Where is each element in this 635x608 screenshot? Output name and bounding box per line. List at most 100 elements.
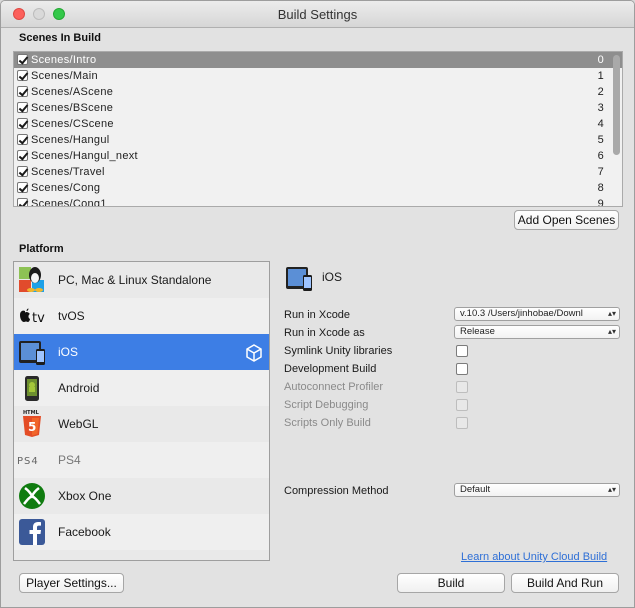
platform-label-ps4: PS4 [58, 453, 81, 467]
scene-index: 2 [597, 86, 604, 98]
facebook-icon [16, 516, 48, 548]
platform-label-ios: iOS [58, 345, 79, 359]
scenes-in-build-label: Scenes In Build [19, 32, 101, 44]
html5-icon: HTML 5 [16, 408, 48, 440]
platform-item-ps4[interactable]: PS4 PS4 [14, 442, 269, 478]
script-debugging-checkbox[interactable] [456, 399, 468, 411]
platform-label-webgl: WebGL [58, 417, 99, 431]
scripts-only-build-checkbox[interactable] [456, 417, 468, 429]
scene-include-checkbox[interactable] [17, 182, 28, 193]
symlink-unity-libraries-checkbox[interactable] [456, 345, 468, 357]
window-title: Build Settings [277, 7, 358, 22]
ios-header-icon [284, 263, 314, 296]
scene-row[interactable]: Scenes/Cong1 9 [14, 196, 622, 207]
unity-active-platform-icon [245, 344, 263, 365]
svg-text:HTML: HTML [23, 410, 40, 416]
unity-cloud-build-link[interactable]: Learn about Unity Cloud Build [461, 551, 607, 563]
scene-name: Scenes/AScene [31, 86, 114, 98]
android-icon [16, 372, 48, 404]
platform-item-facebook[interactable]: Facebook [14, 514, 269, 550]
ios-settings-title: iOS [322, 270, 343, 284]
scene-index: 1 [597, 70, 604, 82]
script-debugging-label: Script Debugging [284, 399, 369, 411]
scene-name: Scenes/Main [31, 70, 98, 82]
scene-name: Scenes/BScene [31, 102, 114, 114]
development-build-label: Development Build [284, 363, 377, 375]
scene-name: Scenes/CScene [31, 118, 114, 130]
scene-include-checkbox[interactable] [17, 134, 28, 145]
scene-index: 4 [597, 118, 604, 130]
scenes-scrollbar-thumb[interactable] [613, 55, 620, 155]
scene-index: 3 [597, 102, 604, 114]
development-build-checkbox[interactable] [456, 363, 468, 375]
run-in-xcode-as-value: Release [460, 326, 495, 337]
scene-name: Scenes/Intro [31, 54, 97, 66]
scene-row[interactable]: Scenes/Travel 7 [14, 164, 622, 180]
scene-name: Scenes/Hangul [31, 134, 110, 146]
svg-text:tv: tv [32, 311, 45, 326]
platform-item-xbox-one[interactable]: Xbox One [14, 478, 269, 514]
run-in-xcode-value: v.10.3 /Users/jinhobae/Downl [460, 308, 583, 319]
compression-method-dropdown[interactable]: Default ▴▾ [454, 483, 620, 497]
xbox-icon [16, 480, 48, 512]
compression-method-value: Default [460, 484, 491, 495]
scenes-list: Scenes/Intro 0 Scenes/Main 1 Scenes/AScene 2 S… [13, 51, 623, 207]
scene-include-checkbox[interactable] [17, 118, 28, 129]
dropdown-arrows-icon: ▴▾ [607, 485, 616, 494]
scene-include-checkbox[interactable] [17, 54, 28, 65]
add-open-scenes-button[interactable]: Add Open Scenes [514, 210, 619, 230]
scene-name: Scenes/Cong [31, 182, 101, 194]
compression-method-label: Compression Method [284, 485, 389, 497]
scene-name: Scenes/Cong1 [31, 198, 107, 207]
scenes-scrollbar[interactable] [611, 55, 621, 203]
scene-row[interactable]: Scenes/BScene 3 [14, 100, 622, 116]
autoconnect-profiler-checkbox[interactable] [456, 381, 468, 393]
build-and-run-button[interactable]: Build And Run [511, 573, 619, 593]
standalone-icon [16, 264, 48, 296]
dropdown-arrows-icon: ▴▾ [607, 327, 616, 336]
scene-include-checkbox[interactable] [17, 198, 28, 206]
title-bar: Build Settings [1, 1, 634, 28]
run-in-xcode-dropdown[interactable]: v.10.3 /Users/jinhobae/Downl ▴▾ [454, 307, 620, 321]
platform-label-tvos: tvOS [58, 309, 85, 323]
platform-item-android[interactable]: Android [14, 370, 269, 406]
run-in-xcode-label: Run in Xcode [284, 309, 351, 321]
platform-item-webgl[interactable]: HTML 5 WebGL [14, 406, 269, 442]
scene-index: 5 [597, 134, 604, 146]
platform-label-xbox-one: Xbox One [58, 489, 112, 503]
ps4-icon: PS4 [16, 444, 48, 476]
platform-item-standalone[interactable]: PC, Mac & Linux Standalone [14, 262, 269, 298]
build-settings-window: Build Settings Scenes In Build Scenes/In… [0, 0, 635, 608]
scene-row[interactable]: Scenes/Main 1 [14, 68, 622, 84]
ios-settings-panel: iOS Run in Xcode v.10.3 /Users/jinhobae/… [284, 261, 624, 561]
build-button[interactable]: Build [397, 573, 505, 593]
scene-row[interactable]: Scenes/Cong 8 [14, 180, 622, 196]
scene-include-checkbox[interactable] [17, 86, 28, 97]
scripts-only-build-label: Scripts Only Build [284, 417, 371, 429]
scene-include-checkbox[interactable] [17, 102, 28, 113]
scene-include-checkbox[interactable] [17, 150, 28, 161]
scene-index: 7 [597, 166, 604, 178]
run-in-xcode-as-dropdown[interactable]: Release ▴▾ [454, 325, 620, 339]
player-settings-button[interactable]: Player Settings... [19, 573, 124, 593]
platform-label-android: Android [58, 381, 100, 395]
scene-row[interactable]: Scenes/Hangul 5 [14, 132, 622, 148]
scene-name: Scenes/Travel [31, 166, 105, 178]
scene-include-checkbox[interactable] [17, 166, 28, 177]
scene-row[interactable]: Scenes/CScene 4 [14, 116, 622, 132]
platform-label: Platform [19, 243, 64, 255]
platform-item-tvos[interactable]: tv tvOS [14, 298, 269, 334]
symlink-unity-libraries-label: Symlink Unity libraries [284, 345, 393, 357]
appletv-icon: tv [16, 300, 48, 332]
scene-name: Scenes/Hangul_next [31, 150, 138, 162]
scene-index: 0 [597, 54, 604, 66]
scene-row[interactable]: Scenes/Intro 0 [14, 52, 622, 68]
svg-text:5: 5 [28, 420, 36, 434]
scene-include-checkbox[interactable] [17, 70, 28, 81]
scene-index: 8 [597, 182, 604, 194]
scene-row[interactable]: Scenes/Hangul_next 6 [14, 148, 622, 164]
scene-row[interactable]: Scenes/AScene 2 [14, 84, 622, 100]
platform-item-ios[interactable]: iOS [14, 334, 269, 370]
scene-index: 6 [597, 150, 604, 162]
run-in-xcode-as-label: Run in Xcode as [284, 327, 365, 339]
